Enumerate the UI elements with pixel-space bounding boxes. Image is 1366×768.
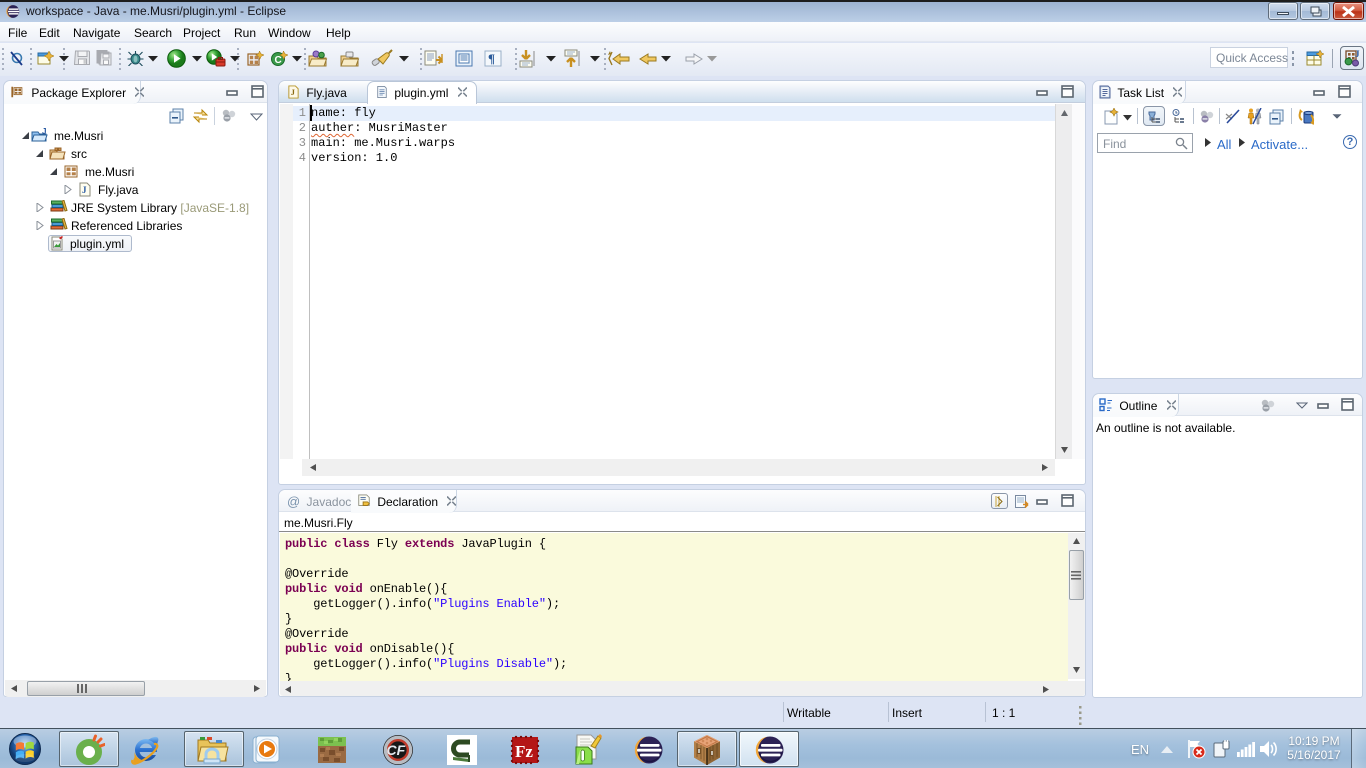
svg-text:CF: CF: [387, 742, 406, 758]
svg-text:¶: ¶: [488, 51, 495, 66]
svg-text:J: J: [82, 185, 87, 195]
svg-text:Fz: Fz: [515, 742, 533, 761]
svg-text:C: C: [275, 55, 282, 66]
svg-text:J: J: [291, 88, 295, 97]
svg-text:J: J: [1355, 49, 1360, 59]
svg-text:J: J: [42, 128, 46, 136]
